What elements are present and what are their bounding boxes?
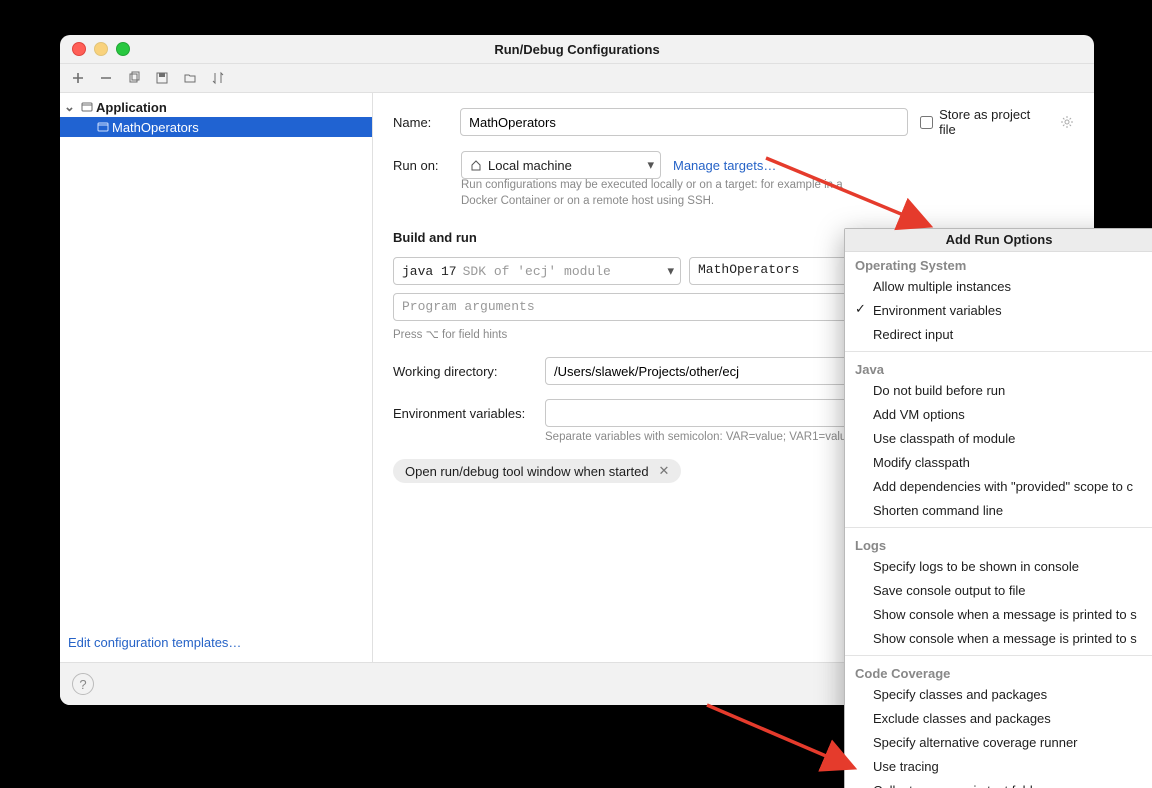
build-run-label: Build and run (393, 230, 477, 245)
popup-item[interactable]: Shorten command line (845, 499, 1152, 523)
workdir-label: Working directory: (393, 364, 533, 379)
window-title: Run/Debug Configurations (60, 42, 1094, 57)
name-label: Name: (393, 115, 448, 130)
popup-title: Add Run Options (845, 229, 1152, 252)
store-label: Store as project file (939, 107, 1048, 137)
popup-group-label: Operating System (845, 252, 1152, 275)
chevron-down-icon: ▾ (667, 263, 674, 279)
popup-item[interactable]: Use tracing (845, 755, 1152, 779)
chip-label: Open run/debug tool window when started (405, 464, 649, 479)
runon-hint: Run configurations may be executed local… (461, 177, 881, 209)
chevron-down-icon: ▾ (647, 157, 654, 173)
popup-item[interactable]: Collect coverage in test folders (845, 779, 1152, 788)
popup-item[interactable]: Use classpath of module (845, 427, 1152, 451)
save-config-icon[interactable] (154, 70, 170, 86)
tree-label: MathOperators (112, 120, 199, 135)
folder-config-icon[interactable] (182, 70, 198, 86)
close-icon[interactable]: ✕ (659, 463, 670, 479)
add-config-icon[interactable] (70, 70, 86, 86)
popup-group-label: Logs (845, 532, 1152, 555)
tree-label: Application (96, 100, 167, 115)
copy-config-icon[interactable] (126, 70, 142, 86)
home-icon (470, 159, 482, 171)
add-run-options-popup: Add Run Options Operating SystemAllow mu… (844, 228, 1152, 788)
popup-item[interactable]: Save console output to file (845, 579, 1152, 603)
tree-node-mathoperators[interactable]: MathOperators (60, 117, 372, 137)
application-icon (94, 120, 112, 134)
config-tree[interactable]: ⌄ Application MathOperators (60, 93, 372, 627)
manage-targets-link[interactable]: Manage targets… (673, 158, 776, 173)
popup-item[interactable]: Add VM options (845, 403, 1152, 427)
popup-item[interactable]: Show console when a message is printed t… (845, 627, 1152, 651)
tree-node-application[interactable]: ⌄ Application (60, 97, 372, 117)
jdk-select[interactable]: java 17 SDK of 'ecj' module ▾ (393, 257, 681, 285)
store-checkbox[interactable] (920, 116, 933, 129)
popup-item[interactable]: Environment variables (845, 299, 1152, 323)
jdk-hint: SDK of 'ecj' module (463, 264, 611, 279)
chevron-down-icon: ⌄ (64, 99, 78, 115)
popup-group-label: Java (845, 356, 1152, 379)
popup-item[interactable]: Specify logs to be shown in console (845, 555, 1152, 579)
popup-item[interactable]: Redirect input (845, 323, 1152, 347)
application-icon (78, 100, 96, 114)
popup-item[interactable]: Specify classes and packages (845, 683, 1152, 707)
help-icon[interactable]: ? (72, 673, 94, 695)
name-row: Name: Store as project file (393, 107, 1074, 137)
option-chip: Open run/debug tool window when started … (393, 459, 681, 483)
runon-select[interactable]: Local machine ▾ (461, 151, 661, 179)
jdk-version: java 17 (402, 264, 457, 279)
popup-item[interactable]: Add dependencies with "provided" scope t… (845, 475, 1152, 499)
runon-value: Local machine (488, 158, 572, 173)
sidebar-footer: Edit configuration templates… (60, 627, 372, 662)
popup-item[interactable]: Allow multiple instances (845, 275, 1152, 299)
popup-body: Operating SystemAllow multiple instances… (845, 252, 1152, 788)
runon-row: Run on: Local machine ▾ Manage targets… (393, 151, 1074, 179)
config-toolbar (60, 64, 1094, 93)
popup-group-label: Code Coverage (845, 660, 1152, 683)
titlebar: Run/Debug Configurations (60, 35, 1094, 64)
runon-label: Run on: (393, 158, 449, 173)
name-input[interactable] (460, 108, 908, 136)
gear-icon[interactable] (1060, 115, 1074, 129)
popup-item[interactable]: Exclude classes and packages (845, 707, 1152, 731)
popup-item[interactable]: Modify classpath (845, 451, 1152, 475)
sort-config-icon[interactable] (210, 70, 226, 86)
remove-config-icon[interactable] (98, 70, 114, 86)
envvars-label: Environment variables: (393, 406, 533, 421)
popup-item[interactable]: Show console when a message is printed t… (845, 603, 1152, 627)
config-sidebar: ⌄ Application MathOperators Edit configu… (60, 93, 373, 662)
edit-templates-link[interactable]: Edit configuration templates… (68, 635, 241, 650)
store-as-project-file[interactable]: Store as project file (920, 107, 1074, 137)
popup-item[interactable]: Specify alternative coverage runner (845, 731, 1152, 755)
popup-item[interactable]: Do not build before run (845, 379, 1152, 403)
